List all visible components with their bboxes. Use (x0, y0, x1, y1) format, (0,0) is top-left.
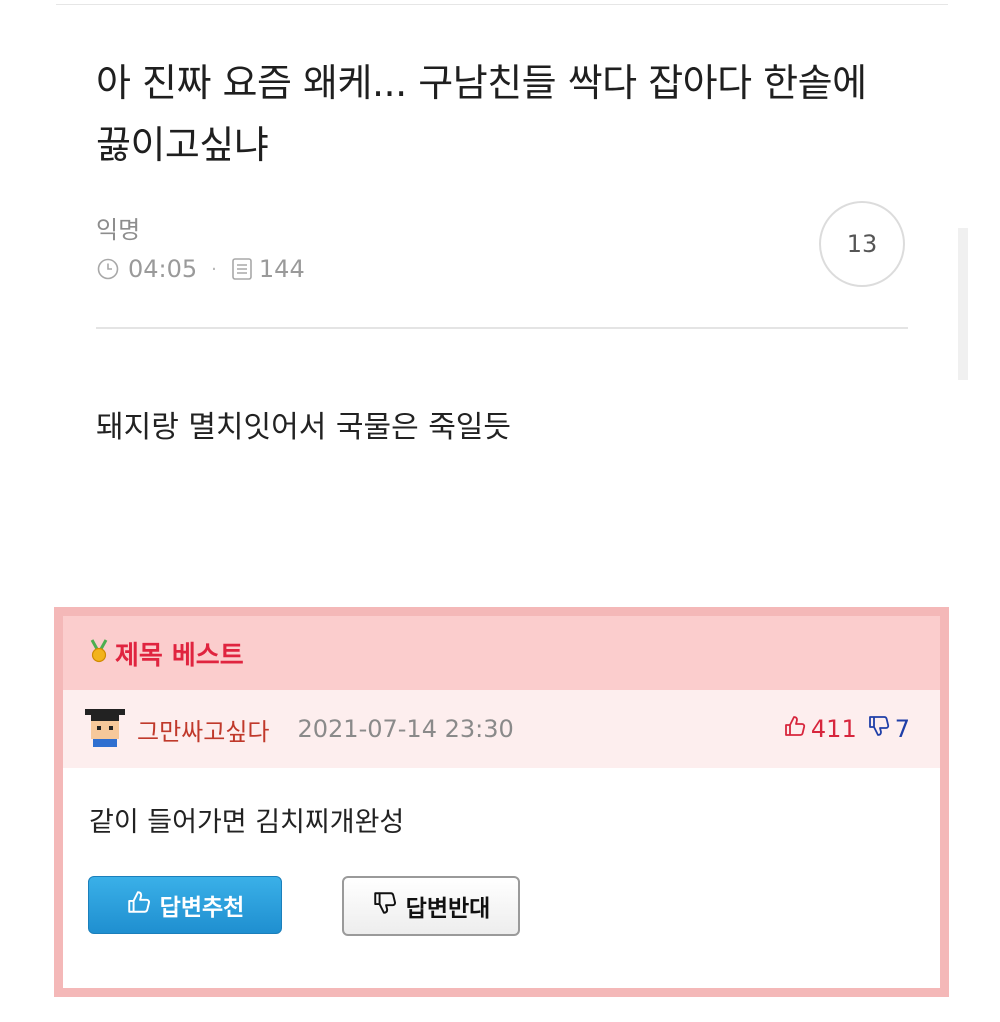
reply-text: 같이 들어가면 김치찌개완성 (89, 807, 405, 838)
clock-icon (96, 257, 120, 281)
reply-nickname[interactable]: 그만싸고싶다 (137, 712, 269, 747)
scrollbar[interactable] (958, 228, 968, 380)
thumbs-up-icon (126, 889, 152, 921)
post-views: 144 (258, 255, 305, 283)
post-meta: 04:05 · 144 (96, 255, 305, 283)
thumbs-up-icon (783, 714, 807, 744)
post-title: 아 진짜 요즘 왜케... 구남친들 싹다 잡아다 한솥에 끓이고싶냐 (96, 61, 867, 167)
best-header: 제목 베스트 (63, 616, 940, 690)
post-time: 04:05 (128, 255, 198, 283)
comment-count: 13 (846, 230, 878, 258)
recommend-label: 답변추천 (159, 895, 245, 921)
best-reply-meta: 그만싸고싶다 2021-07-14 23:30 411 7 (63, 690, 940, 768)
oppose-label: 답변반대 (405, 896, 491, 922)
meta-separator: · (211, 258, 217, 280)
comment-count-button[interactable]: 13 (819, 201, 905, 287)
best-reply-box: 제목 베스트 그만싸고싶다 2021-07-14 23:30 411 7 같이 … (54, 607, 949, 997)
avatar[interactable] (85, 707, 125, 751)
medal-icon (89, 639, 109, 667)
upvote-count: 411 (810, 715, 857, 743)
oppose-button[interactable]: 답변반대 (342, 876, 520, 936)
downvote-count: 7 (894, 715, 910, 743)
content-divider (96, 327, 908, 329)
post-body: 돼지랑 멸치잇어서 국물은 죽일듯 (96, 410, 512, 445)
top-divider (56, 4, 948, 5)
thumbs-down-icon (867, 714, 891, 744)
post-author: 익명 (96, 216, 141, 244)
reply-datetime: 2021-07-14 23:30 (297, 715, 514, 743)
recommend-button[interactable]: 답변추천 (88, 876, 282, 934)
thumbs-down-icon (372, 890, 398, 922)
document-icon (231, 257, 253, 281)
best-title: 제목 베스트 (115, 640, 244, 671)
reply-votes: 411 7 (783, 690, 910, 768)
